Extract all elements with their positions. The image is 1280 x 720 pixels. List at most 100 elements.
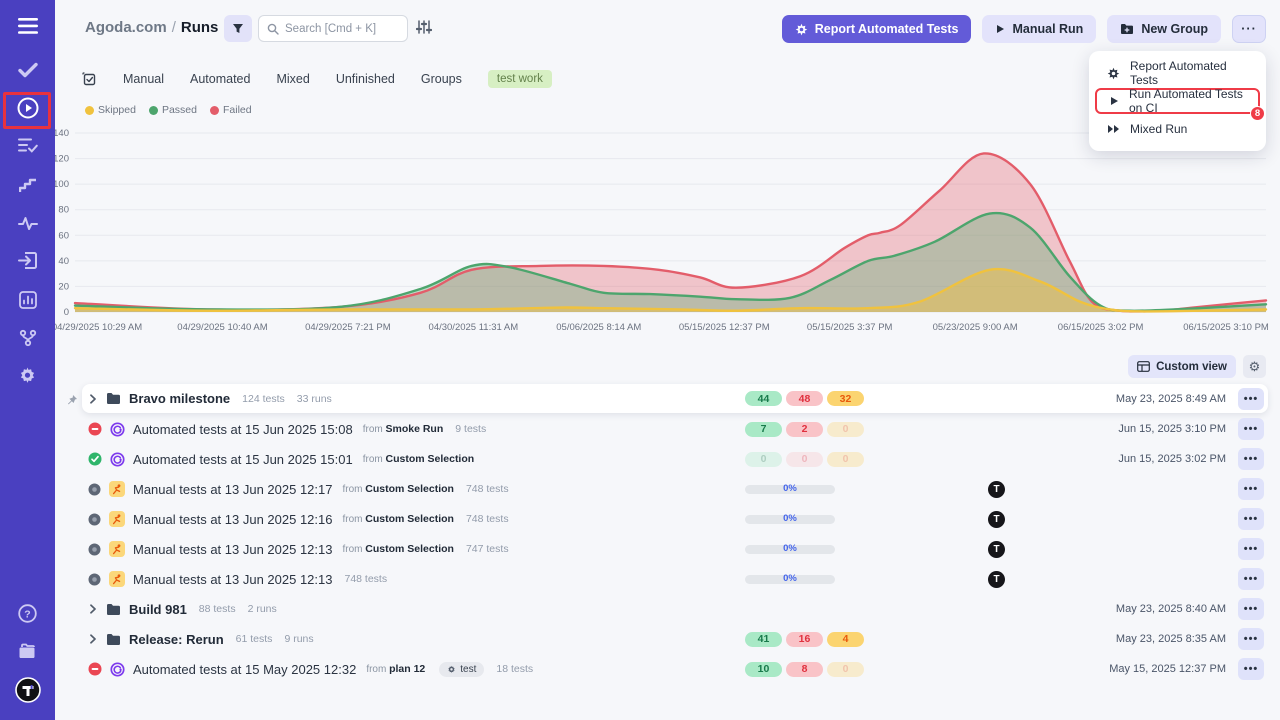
menu-item-1[interactable]: Run Automated Tests on CI8 [1095, 88, 1260, 114]
sidebar-item-runs-play[interactable] [9, 92, 46, 128]
table-row[interactable]: Manual tests at 13 Jun 2025 12:13 from C… [82, 534, 1268, 564]
sidebar-item-test-plans[interactable] [9, 130, 46, 166]
row-main: Manual tests at 13 Jun 2025 12:16 from C… [88, 511, 509, 527]
run-title[interactable]: Automated tests at 15 May 2025 12:32 [133, 662, 356, 677]
group-tests-count: 61 tests [236, 633, 273, 645]
more-actions-button[interactable]: ··· [1232, 15, 1266, 43]
new-group-button[interactable]: New Group [1107, 15, 1221, 43]
run-title[interactable]: Automated tests at 15 Jun 2025 15:01 [133, 452, 353, 467]
run-title[interactable]: Manual tests at 13 Jun 2025 12:13 [133, 572, 332, 587]
badge-passed: 41 [745, 632, 782, 647]
funnel-icon [232, 23, 244, 35]
table-row[interactable]: Manual tests at 13 Jun 2025 12:17 from C… [82, 474, 1268, 504]
row-menu-button[interactable]: ••• [1238, 388, 1264, 410]
expand-chevron-icon[interactable] [88, 394, 98, 404]
table-row[interactable]: Manual tests at 13 Jun 2025 12:16 from C… [82, 504, 1268, 534]
row-menu-button[interactable]: ••• [1238, 568, 1264, 590]
run-title[interactable]: Manual tests at 13 Jun 2025 12:13 [133, 542, 332, 557]
menu-item-0[interactable]: Report Automated Tests [1095, 60, 1260, 86]
legend-item-passed[interactable]: Passed [149, 104, 197, 116]
svg-text:40: 40 [58, 256, 69, 267]
assignee-avatar[interactable]: T [988, 541, 1005, 558]
tab-mixed[interactable]: Mixed [276, 72, 309, 86]
assignee-avatar[interactable]: T [988, 511, 1005, 528]
tab-unfinished[interactable]: Unfinished [336, 72, 395, 86]
custom-view-button[interactable]: Custom view [1128, 355, 1236, 378]
row-menu-button[interactable]: ••• [1238, 508, 1264, 530]
view-settings-button[interactable]: ⚙ [1243, 355, 1266, 378]
sidebar-item-settings-gear[interactable] [9, 360, 46, 396]
table-row[interactable]: Release: Rerun 61 tests 9 runs41164May 2… [82, 624, 1268, 654]
row-menu-button[interactable]: ••• [1238, 478, 1264, 500]
row-menu-button[interactable]: ••• [1238, 538, 1264, 560]
run-source: from Custom Selection [342, 513, 453, 525]
tab-automated[interactable]: Automated [190, 72, 250, 86]
row-main: Manual tests at 13 Jun 2025 12:13 from C… [88, 541, 509, 557]
run-title[interactable]: Manual tests at 13 Jun 2025 12:17 [133, 482, 332, 497]
menu-item-2[interactable]: Mixed Run [1095, 116, 1260, 142]
search-input[interactable] [285, 23, 395, 35]
tab-manual[interactable]: Manual [123, 72, 164, 86]
row-menu-button[interactable]: ••• [1238, 628, 1264, 650]
sidebar-item-menu[interactable] [9, 10, 46, 46]
row-menu-button[interactable]: ••• [1238, 598, 1264, 620]
run-title[interactable]: Automated tests at 15 Jun 2025 15:08 [133, 422, 353, 437]
breadcrumb-project[interactable]: Agoda.com [85, 19, 167, 36]
assignee-avatar[interactable]: T [988, 481, 1005, 498]
sidebar-item-analytics[interactable] [9, 284, 46, 320]
badge-passed: 7 [745, 422, 782, 437]
progress-value: 0% [783, 544, 797, 554]
progress-value: 0% [783, 574, 797, 584]
table-row[interactable]: Build 981 88 tests 2 runsMay 23, 2025 8:… [82, 594, 1268, 624]
sliders-icon[interactable] [416, 19, 432, 40]
sidebar-item-projects[interactable] [9, 636, 46, 672]
table-row[interactable]: Automated tests at 15 May 2025 12:32 fro… [82, 654, 1268, 684]
group-title[interactable]: Bravo milestone [129, 391, 230, 406]
menu-icon [18, 18, 38, 39]
legend-dot [149, 106, 158, 115]
legend-item-failed[interactable]: Failed [210, 104, 252, 116]
run-source: from Custom Selection [342, 543, 453, 555]
sidebar-item-pulse[interactable] [9, 207, 46, 243]
row-main: Manual tests at 13 Jun 2025 12:17 from C… [88, 481, 509, 497]
new-group-label: New Group [1141, 22, 1208, 36]
manual-run-button[interactable]: Manual Run [982, 15, 1096, 43]
row-menu-button[interactable]: ••• [1238, 658, 1264, 680]
table-row[interactable]: Bravo milestone 124 tests 33 runs444832M… [82, 384, 1268, 413]
legend-item-skipped[interactable]: Skipped [85, 104, 136, 116]
search-box[interactable] [258, 15, 408, 42]
row-menu-button[interactable]: ••• [1238, 418, 1264, 440]
progress-value: 0% [783, 484, 797, 494]
assignee-avatar[interactable]: T [988, 571, 1005, 588]
group-title[interactable]: Build 981 [129, 602, 187, 617]
run-source: from Smoke Run [363, 423, 444, 435]
sidebar-item-milestones[interactable] [9, 169, 46, 205]
in-progress-status-icon [88, 483, 101, 496]
expand-chevron-icon[interactable] [88, 604, 98, 614]
expand-chevron-icon[interactable] [88, 634, 98, 644]
badge-passed: 0 [745, 452, 782, 467]
badge-skipped: 4 [827, 632, 864, 647]
progress-bar: 0% [745, 575, 835, 584]
runs-play-icon [16, 96, 40, 125]
sidebar-item-import[interactable] [9, 245, 46, 281]
sidebar-item-tests-check[interactable] [9, 54, 46, 90]
table-row[interactable]: Automated tests at 15 Jun 2025 15:08 fro… [82, 414, 1268, 444]
sidebar-item-branches[interactable] [9, 322, 46, 358]
table-row[interactable]: Automated tests at 15 Jun 2025 15:01 fro… [82, 444, 1268, 474]
sidebar-item-avatar-logo[interactable] [9, 674, 46, 710]
row-menu-button[interactable]: ••• [1238, 448, 1264, 470]
settings-gear-icon [18, 366, 37, 390]
group-title[interactable]: Release: Rerun [129, 632, 224, 647]
table-row[interactable]: Manual tests at 13 Jun 2025 12:13 748 te… [82, 564, 1268, 594]
run-title[interactable]: Manual tests at 13 Jun 2025 12:16 [133, 512, 332, 527]
tab-groups[interactable]: Groups [421, 72, 462, 86]
tag-pill[interactable]: test work [488, 70, 552, 88]
projects-icon [18, 643, 38, 665]
in-progress-status-icon [88, 543, 101, 556]
select-all-icon[interactable] [82, 72, 97, 87]
run-date: May 23, 2025 8:49 AM [1116, 393, 1226, 405]
filter-button[interactable] [224, 15, 252, 42]
sidebar-item-help[interactable]: ? [9, 598, 46, 634]
report-automated-tests-button[interactable]: Report Automated Tests [782, 15, 972, 43]
